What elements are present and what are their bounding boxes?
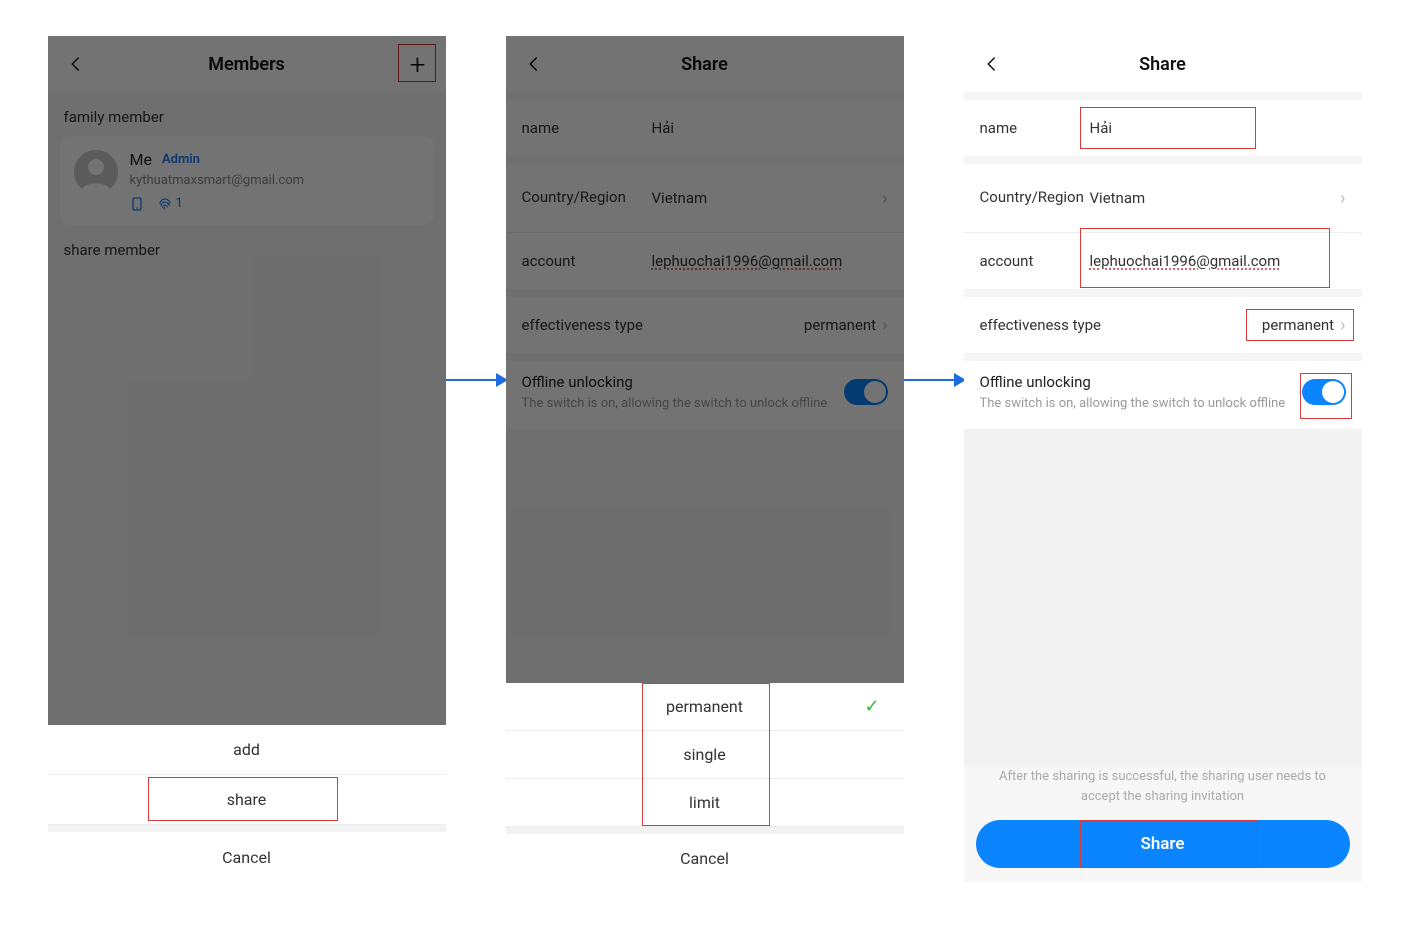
back-icon[interactable]	[64, 52, 88, 76]
header: Share	[964, 36, 1362, 92]
share-button[interactable]: Share	[976, 820, 1350, 868]
picker-limit-label: limit	[689, 793, 720, 812]
share-button-label: Share	[1140, 834, 1184, 854]
member-email: kythuatmaxsmart@gmail.com	[130, 173, 305, 188]
chevron-right-icon: ›	[1340, 188, 1345, 209]
admin-badge: Admin	[162, 152, 200, 167]
flow-arrow-2	[904, 36, 964, 882]
share-notice: After the sharing is successful, the sha…	[964, 767, 1362, 806]
device-icon	[130, 197, 144, 211]
row-account[interactable]: account lephuochai1996@gmail.com	[964, 233, 1362, 289]
sheet-share-label: share	[227, 790, 267, 809]
label-country: Country/Region	[980, 188, 1090, 208]
header: Share	[506, 36, 904, 92]
value-account: lephuochai1996@gmail.com	[1090, 252, 1346, 270]
offline-toggle[interactable]	[844, 379, 888, 405]
fingerprint-count: 1	[176, 196, 183, 211]
member-card[interactable]: Me Admin kythuatmaxsmart@gmail.com 1	[60, 136, 434, 225]
chevron-right-icon: ›	[882, 188, 887, 209]
picker-single-label: single	[683, 745, 725, 764]
avatar	[74, 150, 118, 194]
row-country[interactable]: Country/Region Vietnam ›	[506, 164, 904, 232]
page-title: Share	[1139, 54, 1186, 75]
offline-title: Offline unlocking	[522, 373, 828, 391]
label-country: Country/Region	[522, 188, 652, 208]
fingerprint-icon	[158, 197, 172, 211]
picker-permanent[interactable]: permanent ✓	[506, 683, 904, 731]
screen-share-picker: Share name Hải Country/Region Vietnam › …	[506, 36, 904, 882]
picker-cancel[interactable]: Cancel	[506, 834, 904, 882]
page-title: Share	[681, 54, 728, 75]
sheet-add[interactable]: add	[48, 725, 446, 775]
label-name: name	[522, 119, 652, 137]
offline-title: Offline unlocking	[980, 373, 1286, 391]
value-effectiveness: permanent	[804, 316, 876, 334]
section-family: family member	[48, 92, 446, 136]
check-icon: ✓	[864, 696, 879, 717]
back-icon[interactable]	[980, 52, 1004, 76]
offline-sub: The switch is on, allowing the switch to…	[522, 395, 828, 413]
chevron-right-icon: ›	[1340, 315, 1345, 336]
flow-arrow-1	[446, 36, 506, 882]
offline-sub: The switch is on, allowing the switch to…	[980, 395, 1286, 413]
row-name[interactable]: name Hải	[964, 100, 1362, 156]
value-account: lephuochai1996@gmail.com	[652, 252, 888, 270]
value-name: Hải	[652, 119, 888, 137]
section-share: share member	[48, 225, 446, 269]
picker-limit[interactable]: limit	[506, 779, 904, 827]
action-sheet: add share Cancel	[48, 725, 446, 882]
screen-members: Members + family member Me Admin kythuat…	[48, 36, 446, 882]
label-effectiveness: effectiveness type	[980, 316, 1262, 334]
offline-toggle[interactable]	[1302, 379, 1346, 405]
row-offline: Offline unlocking The switch is on, allo…	[964, 361, 1362, 429]
value-country: Vietnam	[1090, 189, 1335, 207]
row-effectiveness[interactable]: effectiveness type permanent ›	[506, 297, 904, 353]
value-country: Vietnam	[652, 189, 877, 207]
label-account: account	[980, 252, 1090, 270]
value-effectiveness: permanent	[1262, 316, 1334, 334]
label-name: name	[980, 119, 1090, 137]
header: Members +	[48, 36, 446, 92]
value-name: Hải	[1090, 119, 1346, 137]
picker-single[interactable]: single	[506, 731, 904, 779]
label-effectiveness: effectiveness type	[522, 316, 804, 334]
sheet-cancel[interactable]: Cancel	[48, 832, 446, 882]
add-icon[interactable]: +	[406, 52, 430, 76]
label-account: account	[522, 252, 652, 270]
row-country[interactable]: Country/Region Vietnam ›	[964, 164, 1362, 232]
chevron-right-icon: ›	[882, 315, 887, 336]
effectiveness-picker: permanent ✓ single limit Cancel	[506, 683, 904, 882]
back-icon[interactable]	[522, 52, 546, 76]
row-effectiveness[interactable]: effectiveness type permanent ›	[964, 297, 1362, 353]
screen-share-form: Share name Hải Country/Region Vietnam › …	[964, 36, 1362, 882]
row-account[interactable]: account lephuochai1996@gmail.com	[506, 233, 904, 289]
picker-permanent-label: permanent	[666, 697, 743, 716]
sheet-share[interactable]: share	[48, 775, 446, 825]
member-name: Me	[130, 150, 152, 169]
row-offline: Offline unlocking The switch is on, allo…	[506, 361, 904, 429]
page-title: Members	[208, 54, 285, 75]
row-name[interactable]: name Hải	[506, 100, 904, 156]
